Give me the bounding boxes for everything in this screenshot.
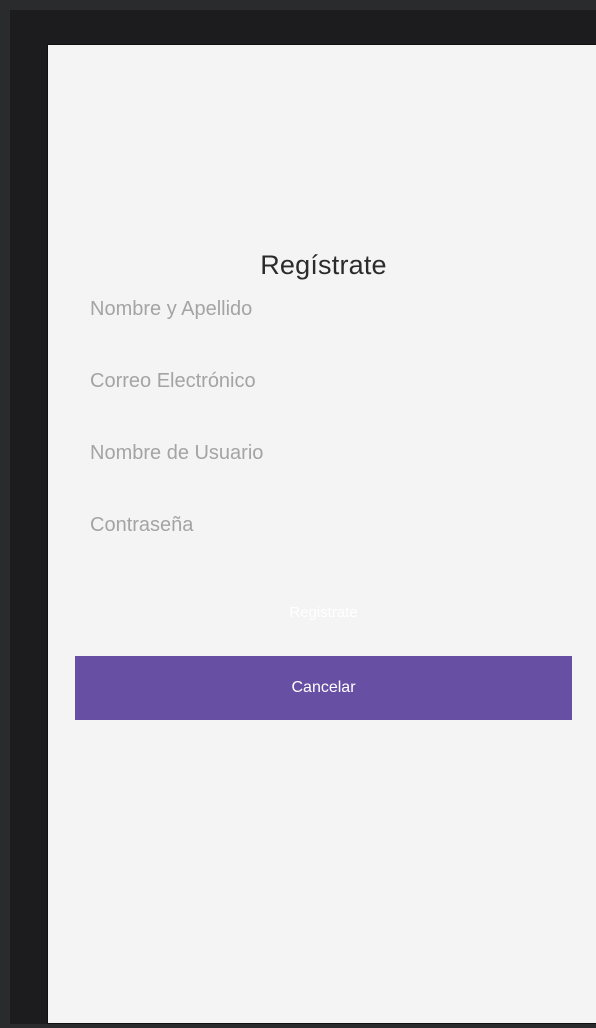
device-frame: Regístrate Registrate Cancelar [10, 10, 596, 1024]
full-name-input[interactable] [90, 287, 560, 331]
username-input[interactable] [90, 431, 560, 475]
password-input[interactable] [90, 503, 560, 547]
app-screen: Regístrate Registrate Cancelar [47, 44, 596, 1024]
email-input[interactable] [90, 359, 560, 403]
register-button[interactable]: Registrate [75, 595, 572, 629]
cancel-button[interactable]: Cancelar [75, 656, 572, 720]
page-title: Regístrate [260, 250, 387, 280]
